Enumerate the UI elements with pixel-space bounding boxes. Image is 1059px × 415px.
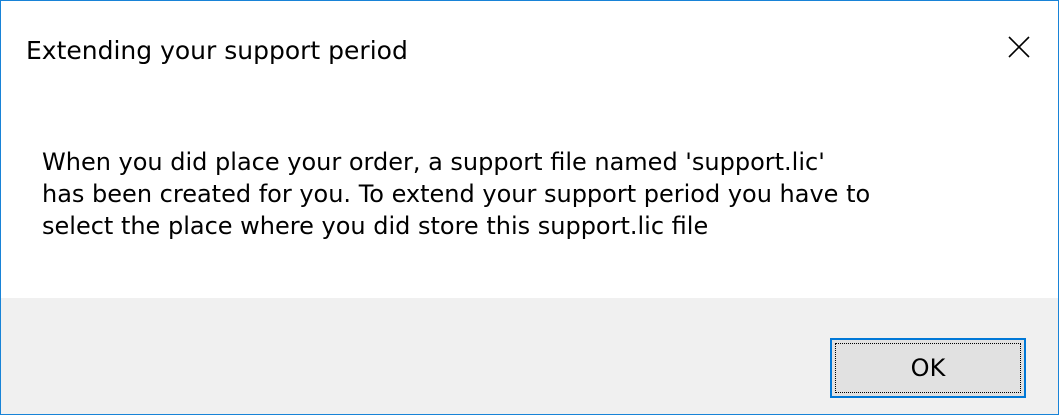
message-line: select the place where you did store thi… — [42, 212, 709, 240]
button-bar: OK — [1, 298, 1058, 414]
window-title: Extending your support period — [26, 36, 408, 65]
message-line: When you did place your order, a support… — [42, 148, 825, 176]
title-bar[interactable]: Extending your support period — [1, 1, 1058, 93]
message-dialog: Extending your support period When you d… — [0, 0, 1059, 415]
message-line: has been created for you. To extend your… — [42, 180, 871, 208]
message-text: When you did place your order, a support… — [42, 146, 1032, 242]
close-icon — [1008, 36, 1030, 58]
ok-button[interactable]: OK — [830, 338, 1026, 398]
ok-button-label: OK — [910, 354, 946, 382]
dialog-content: When you did place your order, a support… — [1, 93, 1058, 298]
close-button[interactable] — [980, 1, 1058, 93]
